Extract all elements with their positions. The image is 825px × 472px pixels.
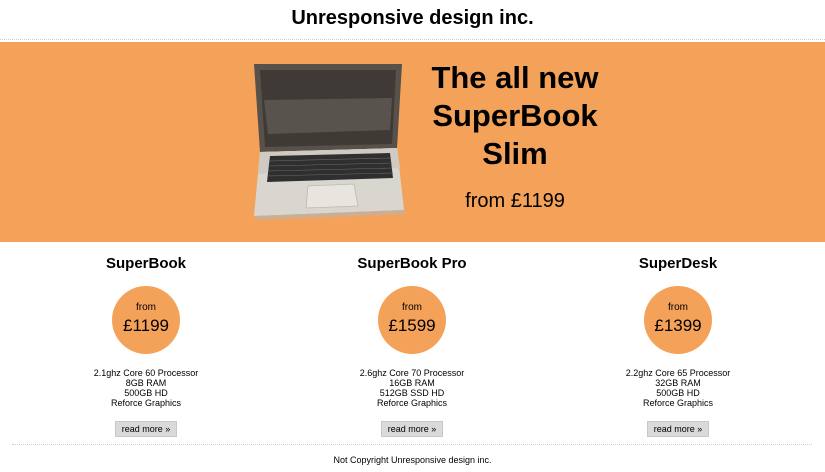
price-badge: from £1399 <box>644 286 712 354</box>
price-badge: from £1199 <box>112 286 180 354</box>
product-name: SuperBook Pro <box>357 255 467 272</box>
spec-line: 2.6ghz Core 70 Processor <box>359 368 465 378</box>
product-card-superdesk: SuperDesk from £1399 2.2ghz Core 65 Proc… <box>578 255 778 437</box>
product-name: SuperBook <box>105 255 186 272</box>
spec-line: 2.2ghz Core 65 Processor <box>625 368 731 378</box>
price-from-label: from <box>668 302 688 313</box>
spec-line: 32GB RAM <box>655 378 701 388</box>
spec-line: Reforce Graphics <box>376 398 448 408</box>
hero-headline-line: Slim <box>482 136 548 171</box>
product-specs: 2.6ghz Core 70 Processor 16GB RAM 512GB … <box>312 368 512 408</box>
footer-text: Not Copyright Unresponsive design inc. <box>333 455 492 465</box>
read-more-button[interactable]: read more » <box>646 421 710 437</box>
read-more-button[interactable]: read more » <box>114 421 178 437</box>
product-name: SuperDesk <box>638 255 718 272</box>
hero-price: from £1199 <box>465 190 565 212</box>
spec-line: Reforce Graphics <box>642 398 714 408</box>
price-amount: £1599 <box>388 316 436 335</box>
spec-line: 500GB HD <box>124 388 168 398</box>
product-card-superbook: SuperBook from £1199 2.1ghz Core 60 Proc… <box>46 255 246 437</box>
footer-divider <box>12 444 812 445</box>
spec-line: 16GB RAM <box>389 378 435 388</box>
spec-line: 500GB HD <box>656 388 700 398</box>
spec-line: 2.1ghz Core 60 Processor <box>93 368 199 378</box>
spec-line: Reforce Graphics <box>110 398 182 408</box>
hero-headline-line: SuperBook <box>432 98 598 133</box>
price-badge: from £1599 <box>378 286 446 354</box>
hero-banner: The all new SuperBook Slim from £1199 <box>0 42 825 242</box>
price-amount: £1399 <box>654 316 702 335</box>
laptop-image <box>254 64 406 220</box>
product-specs: 2.1ghz Core 60 Processor 8GB RAM 500GB H… <box>46 368 246 408</box>
product-specs: 2.2ghz Core 65 Processor 32GB RAM 500GB … <box>578 368 778 408</box>
spec-line: 8GB RAM <box>125 378 167 388</box>
hero-headline: The all new SuperBook Slim <box>405 59 625 173</box>
site-title: Unresponsive design inc. <box>291 7 534 29</box>
hero-text: The all new SuperBook Slim from £1199 <box>405 59 625 213</box>
read-more-button[interactable]: read more » <box>380 421 444 437</box>
price-from-label: from <box>402 302 422 313</box>
price-amount: £1199 <box>122 316 169 335</box>
hero-headline-line: The all new <box>431 60 599 95</box>
product-card-superbook-pro: SuperBook Pro from £1599 2.6ghz Core 70 … <box>312 255 512 437</box>
header-divider <box>0 39 825 40</box>
spec-line: 512GB SSD HD <box>379 388 445 398</box>
price-from-label: from <box>136 302 156 313</box>
